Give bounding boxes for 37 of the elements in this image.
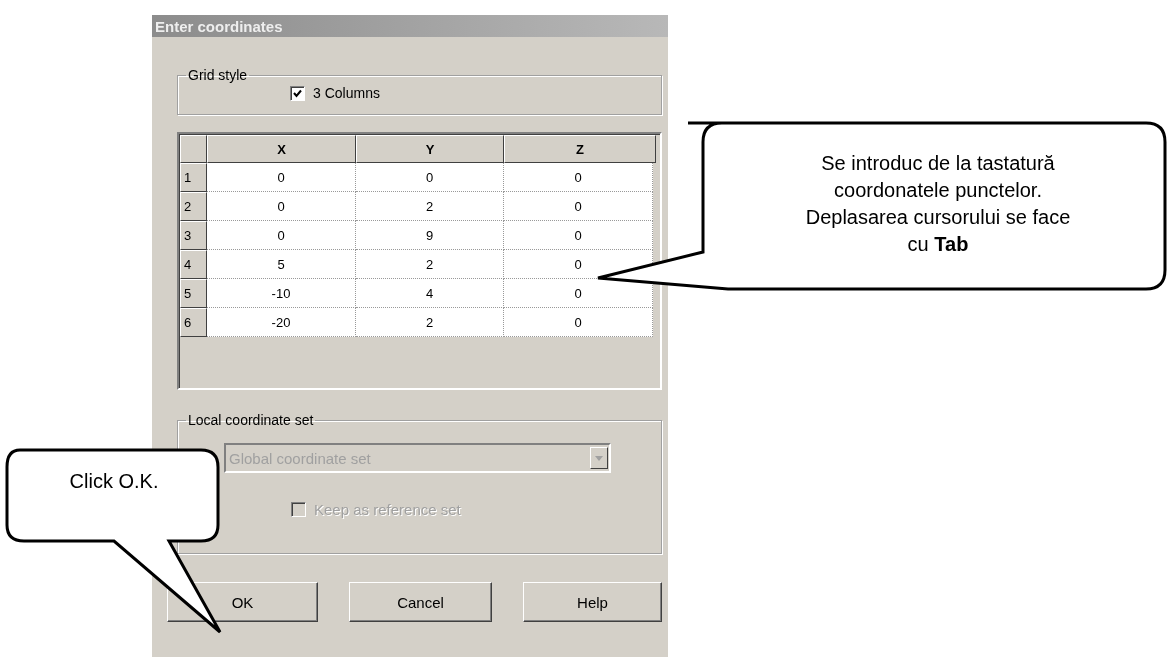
table-cell[interactable]: 2 xyxy=(356,308,504,337)
dialog-button[interactable]: Cancel xyxy=(349,582,492,622)
row-header[interactable]: 2 xyxy=(180,192,207,221)
column-header[interactable]: Z xyxy=(504,135,656,163)
table-cell[interactable]: 4 xyxy=(356,279,504,308)
table-cell[interactable]: -10 xyxy=(207,279,356,308)
table-cell[interactable]: 2 xyxy=(356,192,504,221)
row-header[interactable]: 1 xyxy=(180,163,207,192)
checkbox-label: 3 Columns xyxy=(313,85,380,101)
row-header[interactable]: 5 xyxy=(180,279,207,308)
callout-text: Se introduc de la tastatură coordonatele punctelor. Deplasarea cursorului se face cu Tab xyxy=(804,151,1072,257)
row-header[interactable]: 6 xyxy=(180,308,207,337)
row-header[interactable]: 3 xyxy=(180,221,207,250)
table-cell[interactable]: -20 xyxy=(207,308,356,337)
table-cell[interactable]: 0 xyxy=(504,192,653,221)
table-cell[interactable]: 5 xyxy=(207,250,356,279)
table-cell[interactable]: 0 xyxy=(207,221,356,250)
table-cell[interactable]: 0 xyxy=(504,279,653,308)
table-cell[interactable]: 2 xyxy=(356,250,504,279)
column-header[interactable]: Y xyxy=(356,135,504,163)
table-cell[interactable]: 0 xyxy=(356,163,504,192)
window-title: Enter coordinates xyxy=(152,15,668,37)
row-header[interactable]: 4 xyxy=(180,250,207,279)
table-cell[interactable]: 0 xyxy=(207,192,356,221)
table-cell[interactable]: 0 xyxy=(504,163,653,192)
table-cell[interactable]: 0 xyxy=(504,308,653,337)
group-label: Local coordinate set xyxy=(187,412,315,428)
column-header[interactable]: X xyxy=(207,135,356,163)
table-cell[interactable]: 0 xyxy=(504,221,653,250)
table-cell[interactable]: 0 xyxy=(207,163,356,192)
checkbox[interactable] xyxy=(290,85,305,101)
dropdown-arrow-icon xyxy=(595,455,603,461)
callout-text: Click O.K. xyxy=(68,469,160,494)
table-cell[interactable]: 9 xyxy=(356,221,504,250)
corner-header xyxy=(180,135,207,163)
group-label: Grid style xyxy=(187,67,249,83)
dialog-button[interactable]: Help xyxy=(523,582,662,622)
